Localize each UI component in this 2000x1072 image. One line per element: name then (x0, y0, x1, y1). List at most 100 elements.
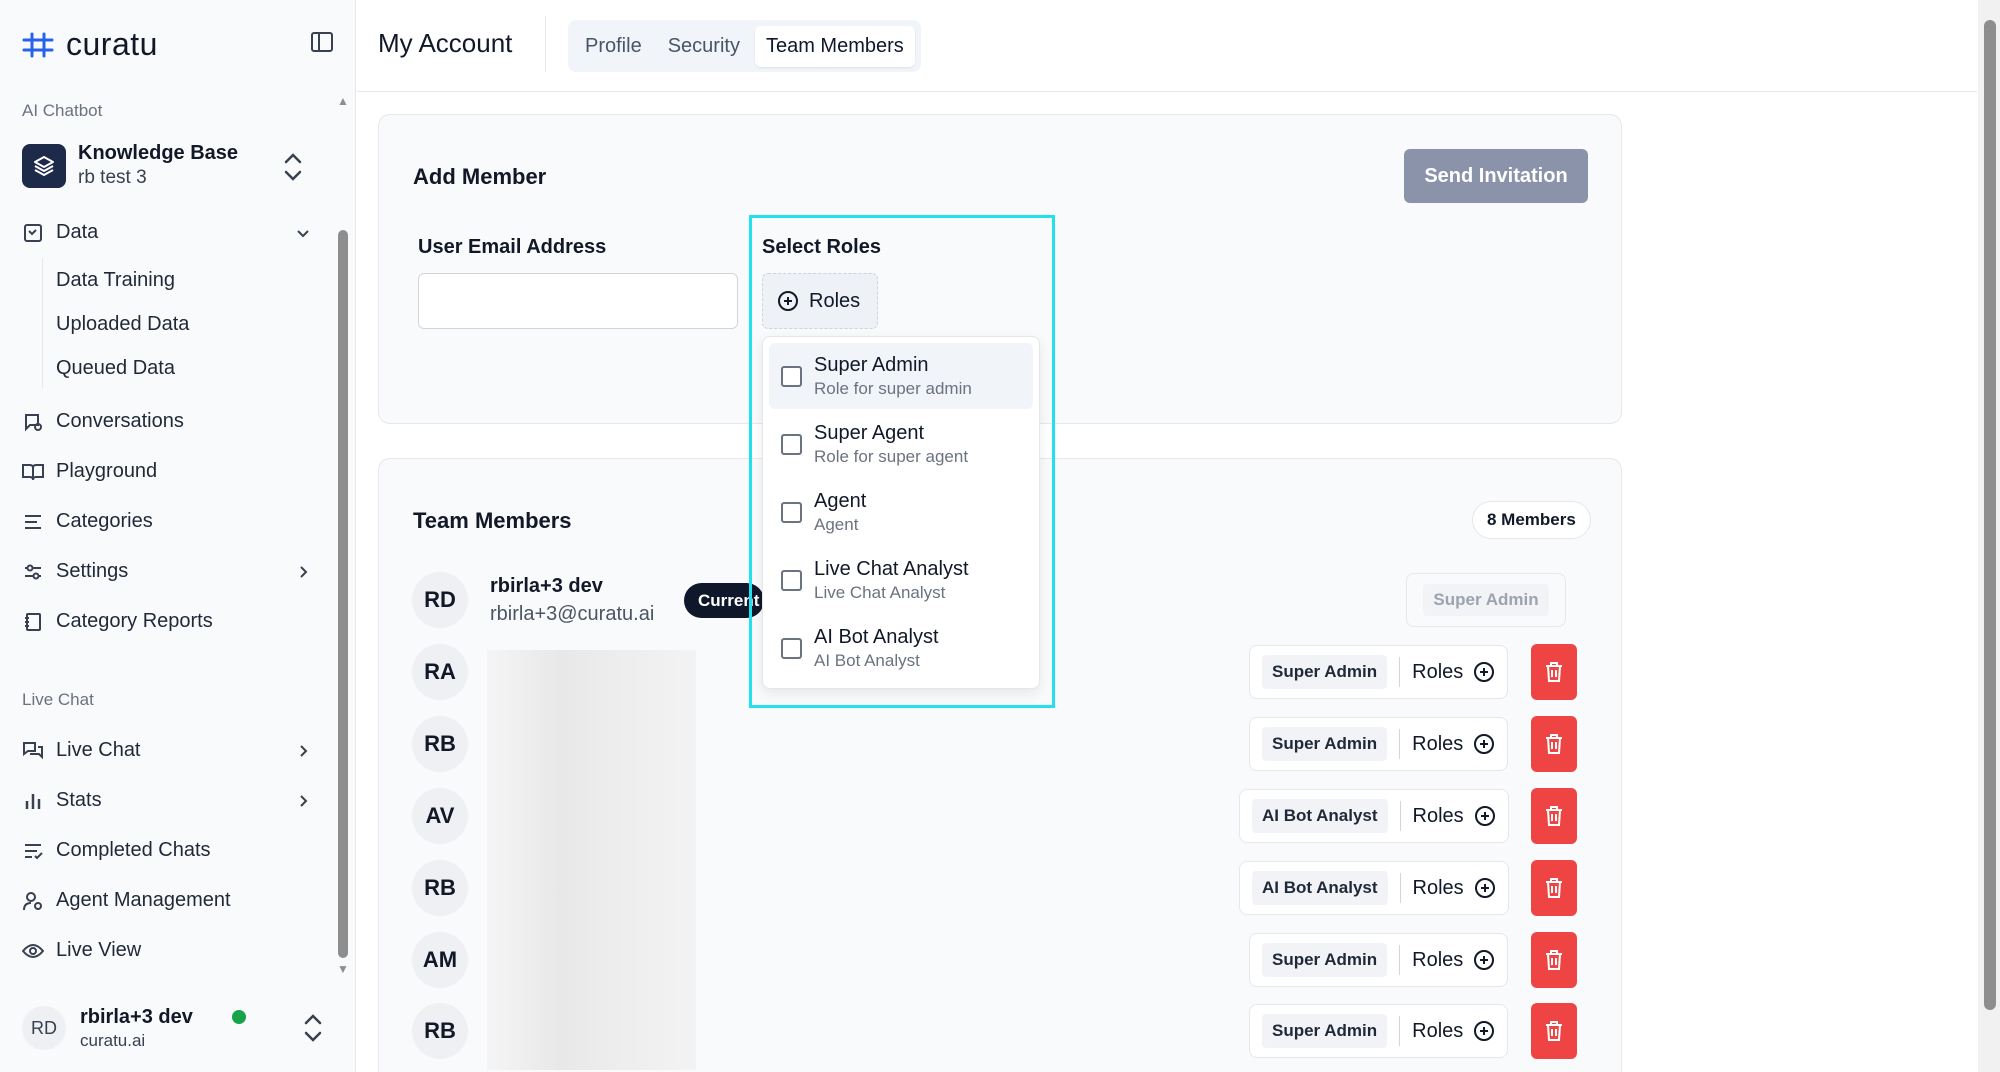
nav-queued-data[interactable]: Queued Data (56, 357, 175, 380)
top-header: My Account Profile Security Team Members (357, 0, 1977, 92)
current-member-email: rbirla+3@curatu.ai (490, 603, 655, 625)
focus-highlight-box (749, 215, 1055, 708)
nav-conversations[interactable]: Conversations (22, 410, 312, 433)
add-role-label: Roles (1412, 660, 1464, 683)
kb-title: Knowledge Base (78, 142, 239, 164)
role-chip: Super Admin (1262, 1014, 1388, 1048)
page-title: My Account (378, 28, 513, 58)
sliders-icon (22, 561, 44, 583)
trash-icon (1546, 662, 1562, 682)
brand-logo[interactable]: curatu (22, 26, 158, 63)
header-divider (545, 16, 546, 72)
chevrons-up-down-icon[interactable] (302, 1012, 324, 1049)
nav-live-chat-label: Live Chat (56, 739, 141, 761)
tab-security[interactable]: Security (657, 26, 751, 67)
delete-member-button[interactable] (1531, 644, 1577, 700)
trash-icon (1546, 1021, 1562, 1041)
nav-settings-label: Settings (56, 560, 129, 582)
nav-data[interactable]: Data (22, 221, 312, 244)
scroll-up-arrow[interactable]: ▲ (337, 94, 349, 108)
user-cog-icon (22, 890, 44, 912)
role-separator (1399, 801, 1401, 831)
delete-member-button[interactable] (1531, 860, 1577, 916)
plus-circle-icon (1474, 878, 1495, 898)
nav-playground[interactable]: Playground (22, 460, 312, 483)
user-avatar: RD (22, 1006, 66, 1050)
add-role-label: Roles (1412, 732, 1464, 755)
nav-settings[interactable]: Settings (22, 560, 312, 583)
kb-subtitle: rb test 3 (78, 167, 147, 188)
delete-member-button[interactable] (1531, 1003, 1577, 1059)
nav-stats[interactable]: Stats (22, 789, 312, 812)
nav-categories-label: Categories (56, 510, 153, 532)
knowledge-base-selector[interactable]: Knowledge Base rb test 3 (22, 142, 238, 189)
add-role-button[interactable]: Roles (1412, 949, 1495, 972)
role-separator (1399, 657, 1401, 687)
member-avatar: RD (412, 572, 468, 628)
current-member-role: Super Admin (1406, 573, 1566, 627)
plus-circle-icon (1474, 950, 1495, 970)
nav-category-reports[interactable]: Category Reports (22, 610, 312, 633)
nav-data-training[interactable]: Data Training (56, 269, 175, 292)
add-role-button[interactable]: Roles (1412, 661, 1495, 684)
user-org: curatu.ai (80, 1030, 146, 1050)
add-role-label: Roles (1412, 804, 1464, 827)
add-role-button[interactable]: Roles (1412, 733, 1495, 756)
nav-completed-chats[interactable]: Completed Chats (22, 839, 312, 862)
add-member-title: Add Member (413, 164, 547, 189)
chart-file-icon (22, 222, 44, 244)
nav-uploaded-data[interactable]: Uploaded Data (56, 313, 189, 336)
role-chip: AI Bot Analyst (1252, 871, 1388, 905)
tab-profile[interactable]: Profile (574, 26, 653, 67)
nav-conversations-label: Conversations (56, 410, 184, 432)
member-roles: AI Bot Analyst Roles (1239, 789, 1509, 843)
email-field[interactable] (418, 273, 738, 329)
user-name: rbirla+3 dev (80, 1005, 193, 1028)
send-invitation-button[interactable]: Send Invitation (1404, 149, 1588, 203)
delete-member-button[interactable] (1531, 788, 1577, 844)
book-open-icon (22, 461, 44, 483)
sidebar-scrollbar[interactable] (338, 230, 348, 958)
add-role-button[interactable]: Roles (1412, 1020, 1495, 1043)
trash-icon (1546, 950, 1562, 970)
tab-team-members[interactable]: Team Members (754, 25, 915, 67)
role-separator (1399, 945, 1401, 975)
members-count-badge: 8 Members (1472, 501, 1591, 539)
nav-live-view-label: Live View (56, 939, 142, 961)
page-scrollbar[interactable] (1984, 20, 1996, 1010)
nav-agent-management[interactable]: Agent Management (22, 889, 312, 912)
add-role-label: Roles (1412, 1019, 1464, 1042)
online-status-dot (232, 1010, 246, 1024)
add-role-button[interactable]: Roles (1413, 805, 1496, 828)
nav-agent-management-label: Agent Management (56, 889, 231, 911)
list-icon (22, 511, 44, 533)
redacted-member-details (487, 650, 696, 1070)
add-role-label: Roles (1412, 948, 1464, 971)
chevrons-up-down-icon[interactable] (282, 150, 304, 189)
member-roles: Super Admin Roles (1249, 933, 1509, 987)
delete-member-button[interactable] (1531, 716, 1577, 772)
member-roles: Super Admin Roles (1249, 645, 1509, 699)
member-roles: AI Bot Analyst Roles (1239, 861, 1509, 915)
add-role-label: Roles (1412, 876, 1464, 899)
sidebar-collapse-icon[interactable] (310, 30, 336, 56)
nav-categories[interactable]: Categories (22, 510, 312, 533)
sidebar: curatu ▲ ▼ AI Chatbot Knowledge Base rb … (0, 0, 356, 1072)
trash-icon (1546, 878, 1562, 898)
messages-icon (22, 740, 44, 762)
current-user-card[interactable]: RD rbirla+3 dev curatu.ai (22, 1004, 332, 1052)
nav-live-view[interactable]: Live View (22, 939, 312, 962)
nav-stats-label: Stats (56, 789, 102, 811)
current-member-name: rbirla+3 dev (490, 575, 603, 597)
section-ai-chatbot: AI Chatbot (22, 101, 103, 120)
member-avatar: AV (412, 788, 468, 844)
role-chip: Super Admin (1262, 943, 1388, 977)
delete-member-button[interactable] (1531, 932, 1577, 988)
role-separator (1399, 1016, 1401, 1046)
chat-settings-icon (22, 411, 44, 433)
add-role-button[interactable]: Roles (1413, 877, 1496, 900)
scroll-down-arrow[interactable]: ▼ (337, 962, 349, 976)
nav-live-chat[interactable]: Live Chat (22, 739, 312, 762)
nav-data-label: Data (56, 221, 99, 243)
account-tabs: Profile Security Team Members (568, 20, 921, 72)
